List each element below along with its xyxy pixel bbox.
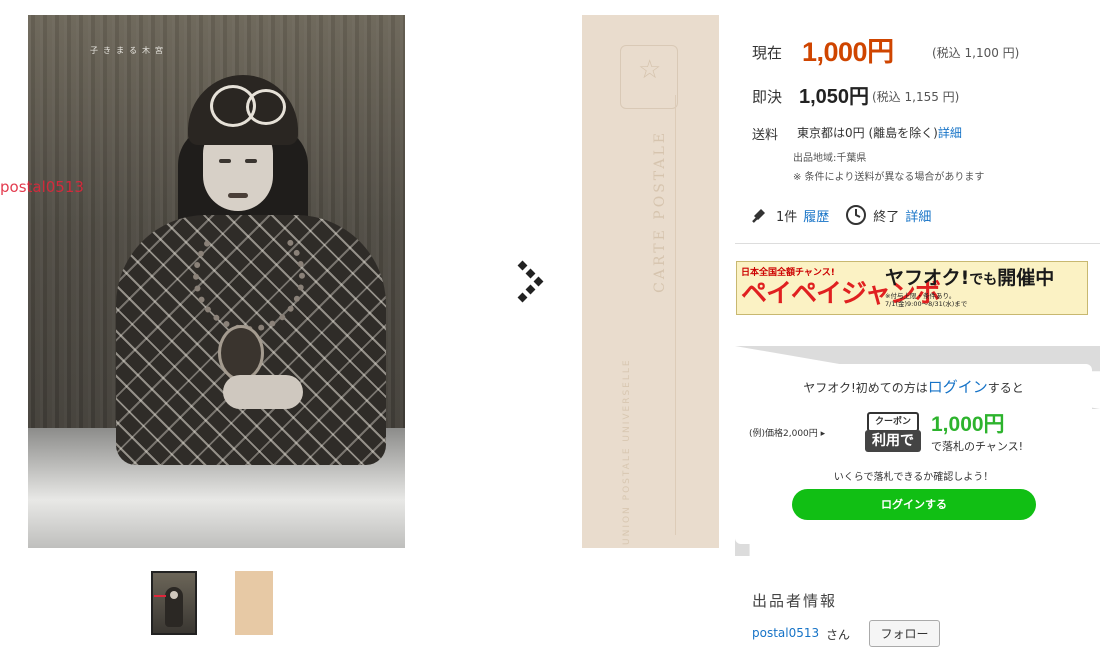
coupon-text: で落札のチャンス! xyxy=(931,440,1024,453)
arrow-dot xyxy=(525,284,536,295)
thumbnail-1[interactable] xyxy=(151,571,197,635)
shipping-label: 送料 xyxy=(752,128,779,143)
banner-title-c: 開催中 xyxy=(997,267,1055,289)
bid-row: 1件 履歴 終了 詳細 xyxy=(752,204,931,226)
login-promo-line: ヤフオク!初めての方はログインすると xyxy=(735,376,1092,397)
banner-title-b: でも xyxy=(969,272,998,288)
promo-line-post: すると xyxy=(987,381,1024,395)
back-title-text: CARTE POSTALE xyxy=(652,130,668,293)
arrow-dot xyxy=(533,276,544,287)
back-divider xyxy=(675,95,676,535)
arrow-dot xyxy=(517,292,528,303)
seller-info-title: 出品者情報 xyxy=(752,592,838,610)
end-label: 終了 xyxy=(873,209,900,225)
shipping-detail-link[interactable]: 詳細 xyxy=(938,126,962,140)
promo-banner[interactable]: 日本全国全額チャンス! ペイペイジャンボ ヤフオク!でも開催中 ※付与上限・条件… xyxy=(736,261,1088,315)
back-vertical-text: UNION POSTALE UNIVERSELLE xyxy=(622,358,632,545)
thumbnail-2[interactable] xyxy=(235,571,273,635)
promo-login-link[interactable]: ログイン xyxy=(928,378,988,396)
seller-suffix: さん xyxy=(826,628,851,642)
thumbnail-watermark xyxy=(154,595,166,597)
banner-title-a: ヤフオク! xyxy=(885,267,970,289)
star-icon: ☆ xyxy=(638,55,662,85)
arrow-dot xyxy=(525,268,536,279)
figure-mouth xyxy=(228,193,248,198)
figure-medallion xyxy=(218,325,264,381)
banner-title: ヤフオク!でも開催中 xyxy=(885,267,1054,291)
main-product-image[interactable]: 子きまる木宮 xyxy=(28,15,405,548)
example-price: (例)価格2,000円 ▸ xyxy=(749,426,825,439)
buyout-price-value: 1,050円 xyxy=(799,86,870,108)
buyout-price-tax: (税込 1,155 円) xyxy=(872,90,960,104)
confirm-text: いくらで落札できるか確認しよう！ xyxy=(833,472,994,483)
figure-hands xyxy=(223,375,303,409)
follow-button[interactable]: フォロー xyxy=(869,620,940,647)
thumbnail-figure xyxy=(165,587,183,627)
coupon-amount: 1,000円 xyxy=(931,413,1005,436)
coupon-bottom: 利用で xyxy=(865,430,921,452)
login-button[interactable]: ログインする xyxy=(792,489,1036,520)
current-price-tax: (税込 1,100 円) xyxy=(932,46,1020,60)
current-price-label: 現在 xyxy=(752,44,783,62)
example-price-text: (例)価格2,000円 xyxy=(749,429,818,439)
clock-icon xyxy=(846,205,867,225)
next-image-arrow-icon[interactable] xyxy=(513,260,549,304)
secondary-product-image[interactable]: ☆ UNION POSTALE UNIVERSELLE CARTE POSTAL… xyxy=(582,15,719,548)
shipping-region: 出品地域:千葉県 xyxy=(793,153,867,164)
shipping-note: ※ 条件により送料が異なる場合があります xyxy=(793,172,985,183)
shipping-info: 東京都は0円 (離島を除く)詳細 xyxy=(797,124,962,141)
photo-caption: 子きまる木宮 xyxy=(90,46,168,55)
bid-count: 1件 xyxy=(776,209,798,225)
gavel-icon xyxy=(752,209,765,223)
banner-note1: ※付与上限・条件あり。 xyxy=(885,292,956,300)
shipping-text: 東京都は0円 (離島を除く) xyxy=(797,126,938,140)
arrow-dot xyxy=(517,260,528,271)
section-divider xyxy=(735,243,1100,244)
banner-notes: ※付与上限・条件あり。 7/1(金)9:00～8/31(水)まで xyxy=(885,292,967,308)
promo-line-pre: ヤフオク!初めての方は xyxy=(803,381,928,395)
coupon-top: クーポン xyxy=(867,412,919,432)
banner-note2: 7/1(金)9:00～8/31(水)まで xyxy=(885,300,968,308)
buyout-price-label: 即決 xyxy=(752,88,783,106)
figure-necklace xyxy=(193,220,305,332)
watermark-text: postal0513 xyxy=(0,178,84,196)
seller-name-link[interactable]: postal0513 xyxy=(752,626,819,640)
login-promo-area: ヤフオク!初めての方はログインすると (例)価格2,000円 ▸ クーポン 利用… xyxy=(735,346,1100,556)
current-price-value: 1,000円 xyxy=(802,37,894,67)
play-arrow-icon: ▸ xyxy=(820,429,826,439)
end-detail-link[interactable]: 詳細 xyxy=(905,206,931,225)
bid-history-link[interactable]: 履歴 xyxy=(803,206,829,225)
login-promo-card: ヤフオク!初めての方はログインすると (例)価格2,000円 ▸ クーポン 利用… xyxy=(735,364,1092,544)
coupon-badge: クーポン 利用で xyxy=(865,412,921,454)
